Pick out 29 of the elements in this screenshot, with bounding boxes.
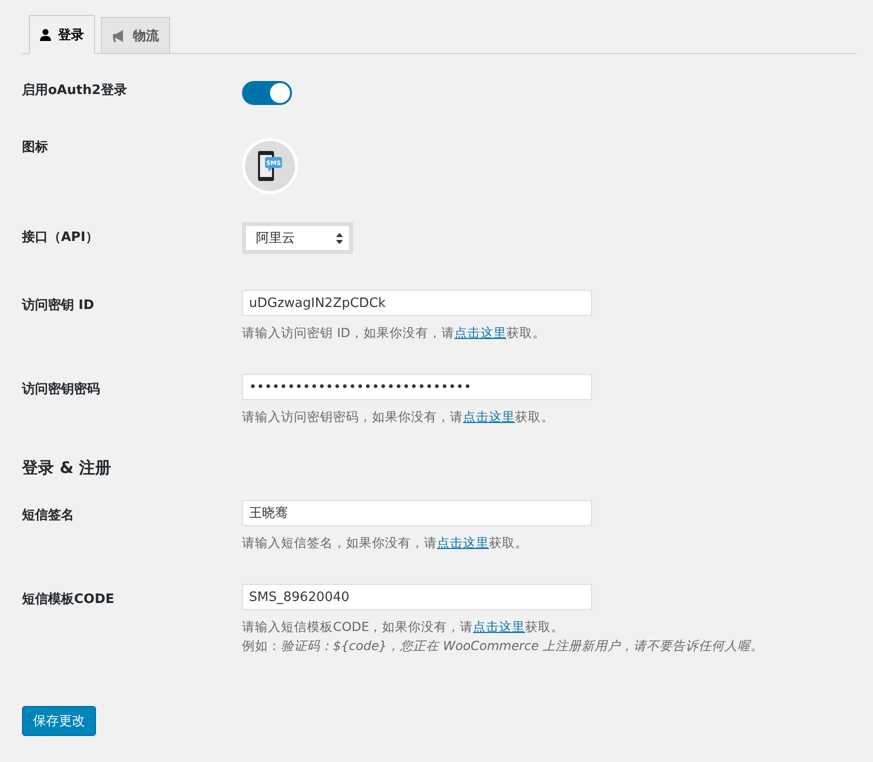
help-text: 请输入短信签名，如果你没有，请点击这里获取。 <box>242 534 528 552</box>
save-button[interactable]: 保存更改 <box>22 706 96 736</box>
setting-label: 访问密钥密码 <box>22 380 101 399</box>
setting-label: 访问密钥 ID <box>22 296 96 315</box>
click-here-link[interactable]: 点击这里 <box>473 619 526 634</box>
example-text: 例如：验证码：${code}，您正在 WooCommerce 上注册新用户，请不要告诉任何人喔。 <box>242 637 764 655</box>
click-here-link[interactable]: 点击这里 <box>454 325 506 340</box>
tab[interactable]: 登录 <box>29 15 95 54</box>
help-text: 请输入访问密钥 ID，如果你没有，请点击这里获取。 <box>242 324 546 342</box>
setting-label: 接口（API） <box>22 228 100 247</box>
text-field[interactable]: 王晓骞 <box>242 500 592 526</box>
section-heading: 登录 & 注册 <box>22 458 112 479</box>
sort-icon <box>336 232 343 244</box>
toggle-switch[interactable] <box>242 81 292 105</box>
tab[interactable]: 物流 <box>101 17 170 54</box>
person-icon <box>40 28 51 40</box>
help-text: 请输入访问密钥密码，如果你没有，请点击这里获取。 <box>242 408 554 426</box>
help-text: 请输入短信模板CODE，如果你没有，请点击这里获取。 <box>242 618 564 636</box>
setting-label: 短信签名 <box>22 507 75 525</box>
api-select[interactable]: 阿里云 <box>242 222 353 254</box>
click-here-link[interactable]: 点击这里 <box>463 409 515 424</box>
setting-label: 短信模板CODE <box>22 591 116 609</box>
setting-label: 图标 <box>22 139 49 157</box>
text-field[interactable]: ••••••••••••••••••••••••••••• <box>242 374 592 400</box>
text-field[interactable]: SMS_89620040 <box>242 584 592 610</box>
click-here-link[interactable]: 点击这里 <box>437 535 489 550</box>
megaphone-icon <box>112 30 126 42</box>
setting-label: 启用oAuth2登录 <box>22 82 128 100</box>
text-field[interactable]: uDGzwagIN2ZpCDCk <box>242 290 592 316</box>
